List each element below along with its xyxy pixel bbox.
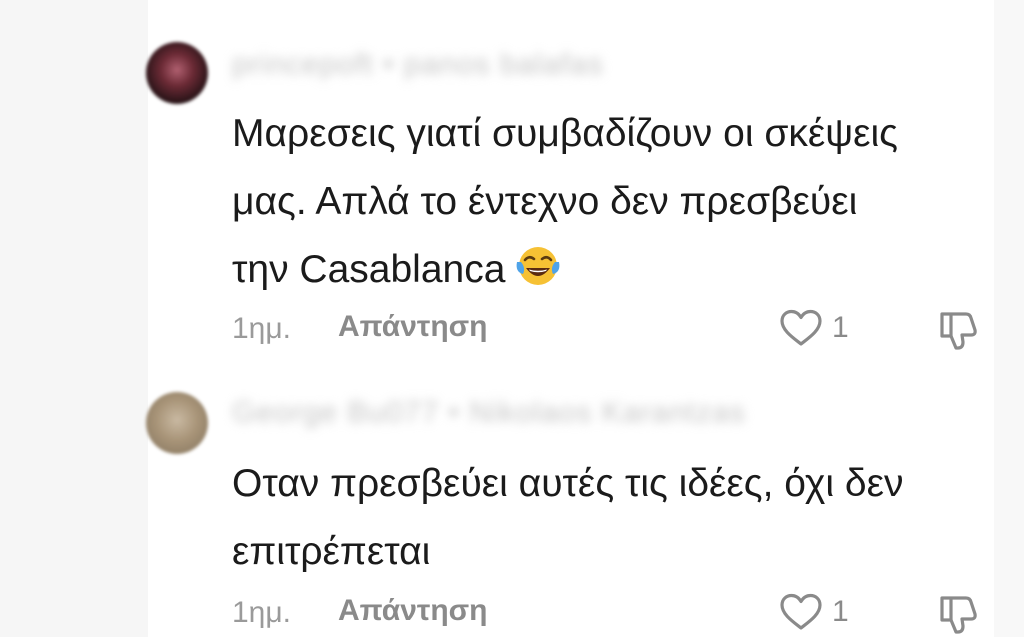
dislike-icon[interactable]	[936, 308, 980, 352]
comment-line: επιτρέπεται	[232, 530, 431, 573]
comment-line: Οταν πρεσβεύει αυτές τις ιδέες, όχι δεν	[232, 462, 904, 505]
commenter-names-blurred[interactable]: princepoft • panos balafas	[232, 48, 604, 82]
heart-icon[interactable]	[778, 308, 824, 348]
comment-timestamp: 1ημ.	[232, 596, 291, 629]
comment-line-with-emoji: την Casablanca	[232, 236, 898, 310]
commenter-names-blurred[interactable]: George Bu077 • Nikolaos Karantzas	[232, 396, 746, 430]
comment-text: Μαρεσεις γιατί συμβαδίζουν οι σκέψεις μα…	[232, 100, 898, 310]
reply-button[interactable]: Απάντηση	[338, 310, 488, 344]
like-count: 1	[832, 311, 849, 344]
avatar[interactable]	[146, 392, 208, 454]
comment-actions: 1ημ. Απάντηση 1	[232, 592, 992, 634]
comment-line: Μαρεσεις γιατί συμβαδίζουν οι σκέψεις	[232, 112, 898, 155]
tears-of-joy-emoji-icon	[515, 242, 561, 310]
comment-line: την Casablanca	[232, 248, 506, 291]
right-margin	[994, 0, 1024, 637]
comment-text: Οταν πρεσβεύει αυτές τις ιδέες, όχι δεν …	[232, 450, 903, 586]
comment-timestamp: 1ημ.	[232, 312, 291, 345]
reply-button[interactable]: Απάντηση	[338, 594, 488, 628]
like-count: 1	[832, 595, 849, 628]
dislike-icon[interactable]	[936, 592, 980, 636]
comment-actions: 1ημ. Απάντηση 1	[232, 308, 992, 350]
left-margin	[0, 0, 148, 637]
heart-icon[interactable]	[778, 592, 824, 632]
comment-line: μας. Απλά το έντεχνο δεν πρεσβεύει	[232, 180, 858, 223]
comments-screen: princepoft • panos balafas Μαρεσεις γιατ…	[0, 0, 1024, 637]
avatar[interactable]	[146, 42, 208, 104]
